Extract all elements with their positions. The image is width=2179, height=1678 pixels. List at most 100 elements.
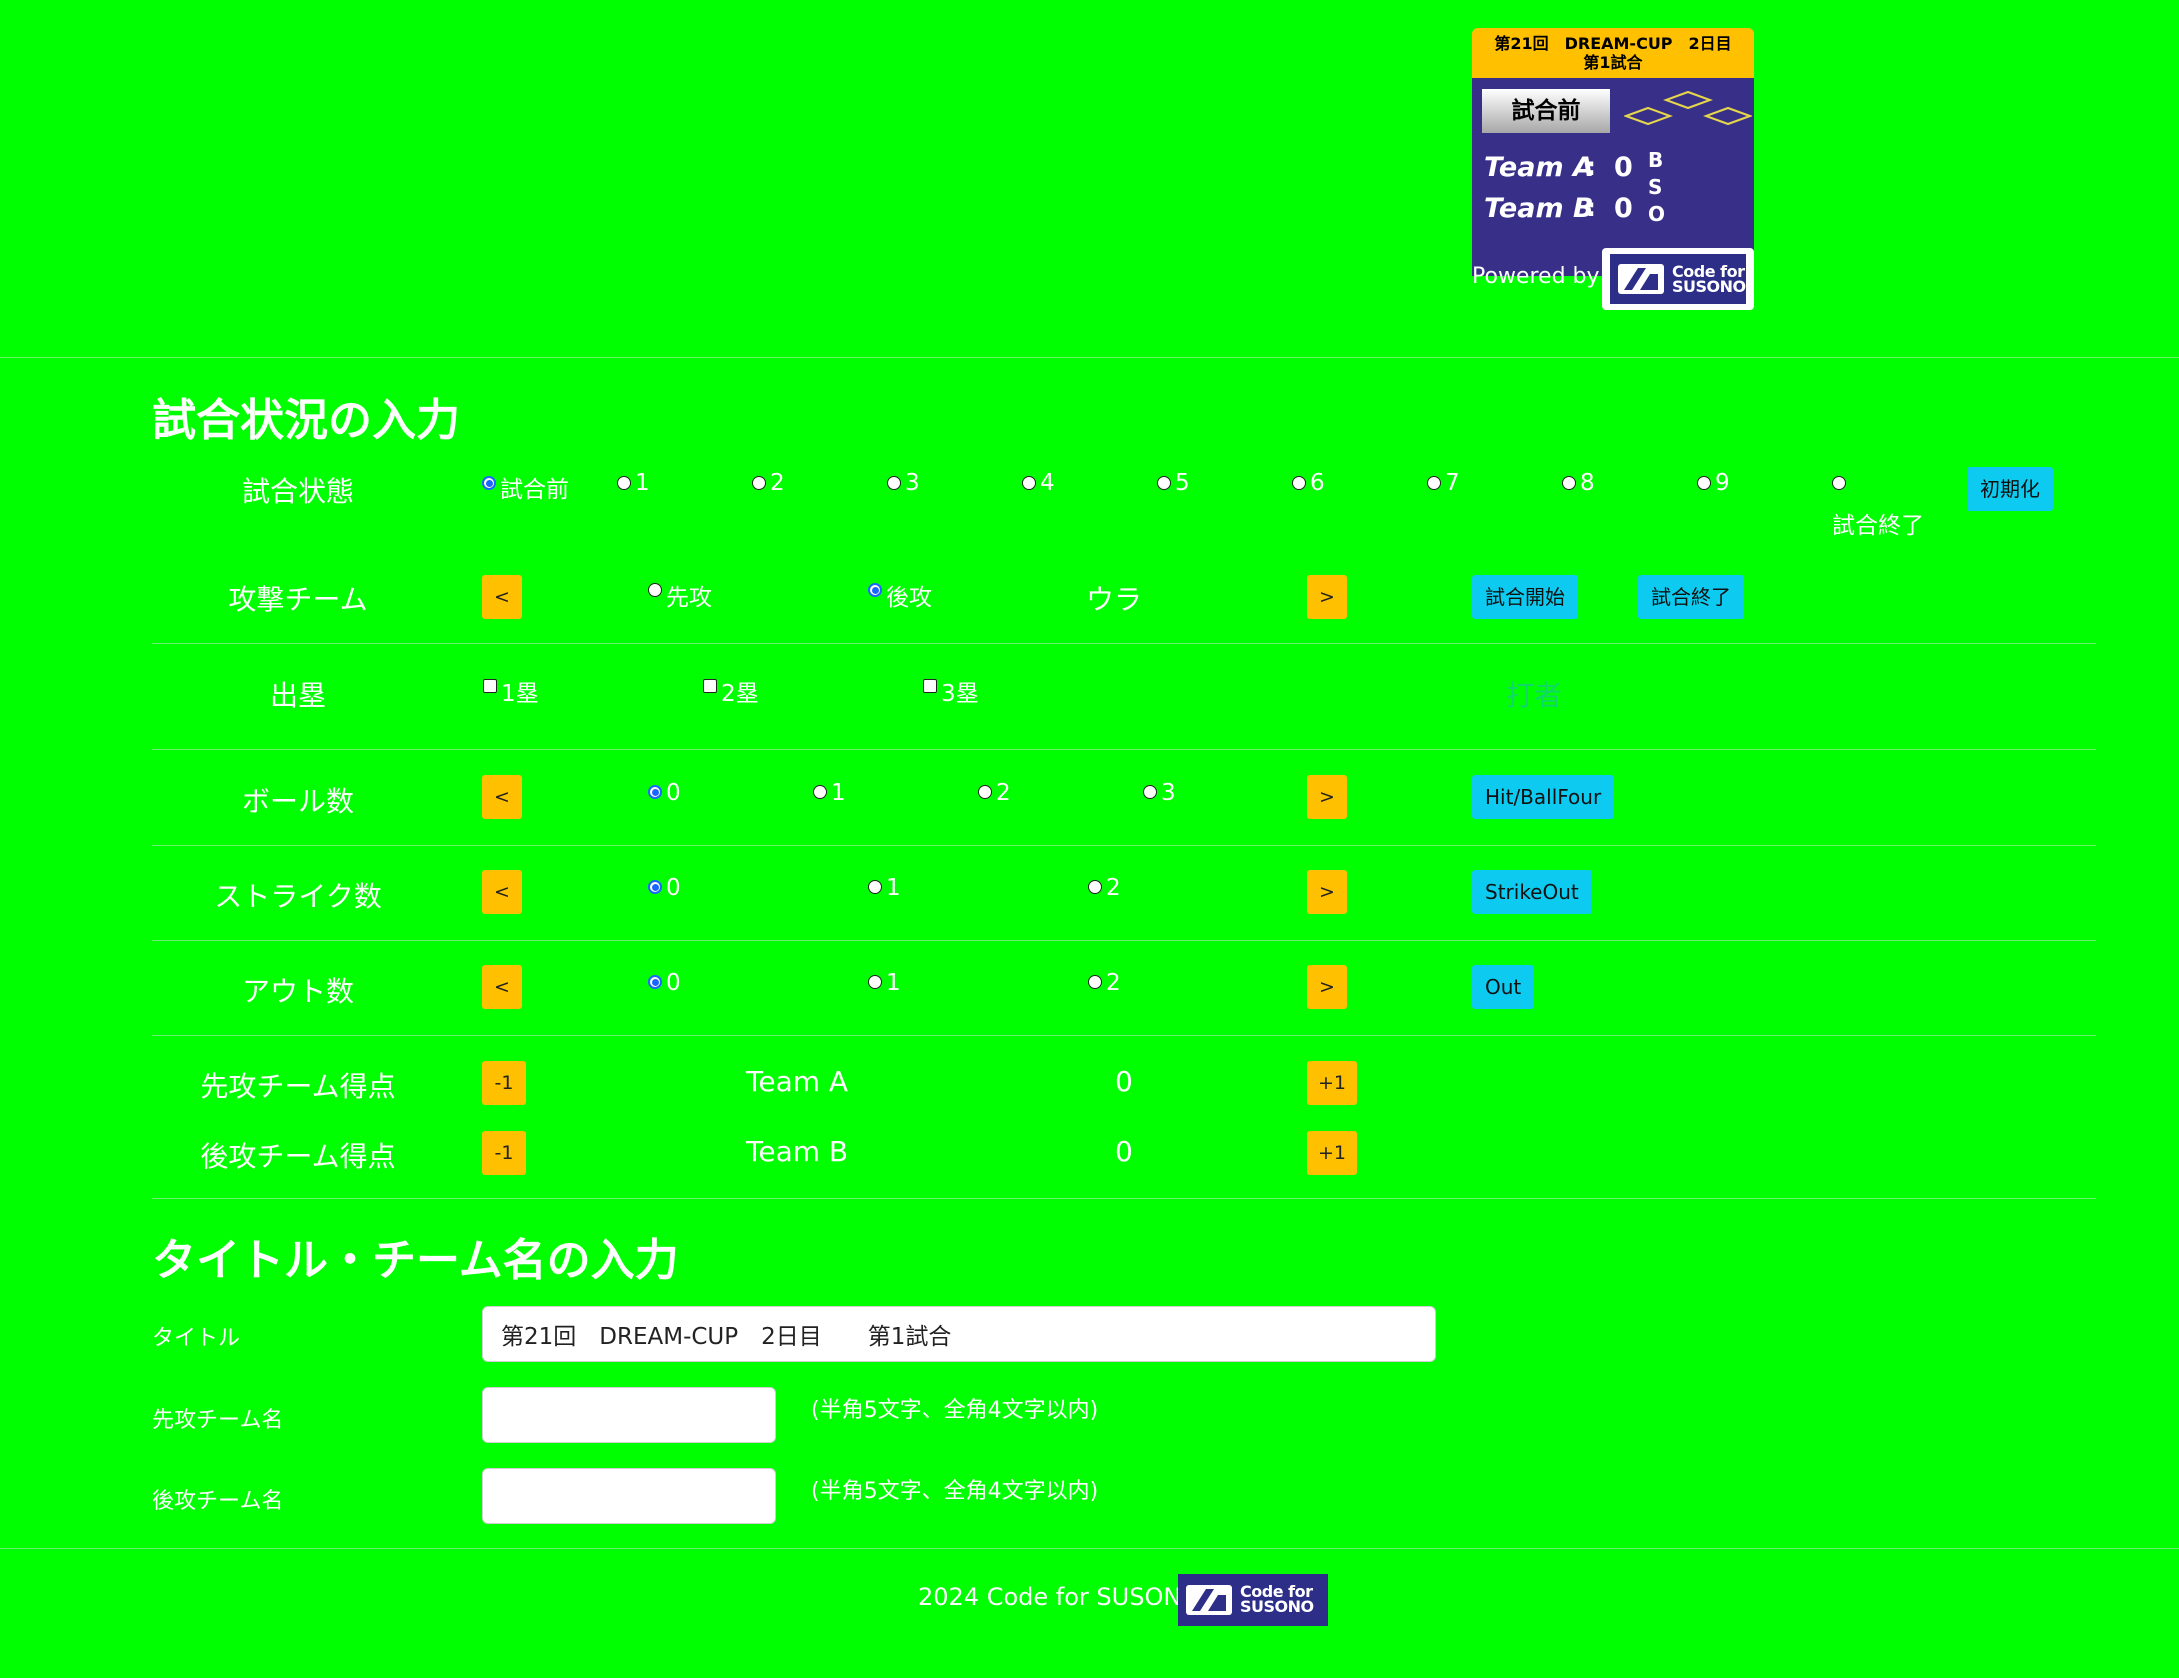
balls-label: ボール数	[241, 785, 354, 818]
game-state-radio-3[interactable]	[887, 476, 901, 490]
outs-radio-2[interactable]	[1088, 975, 1102, 989]
strikeout-button[interactable]: StrikeOut	[1472, 870, 1592, 914]
outs-next-button[interactable]: >	[1307, 965, 1347, 1009]
first-base-checkbox[interactable]	[483, 679, 497, 693]
strikes-prev-button[interactable]: <	[482, 870, 522, 914]
scoreboard-strike-label: S	[1648, 175, 1663, 199]
footer-logo-text: Code for SUSONO	[1240, 1584, 1314, 1616]
outs-option-1: 1	[886, 970, 901, 996]
scoreboard-team-a: Team A	[1484, 152, 1594, 183]
strikes-next-button[interactable]: >	[1307, 870, 1347, 914]
strikes-radio-2[interactable]	[1088, 880, 1102, 894]
strikes-radio-1[interactable]	[868, 880, 882, 894]
strikes-radio-0[interactable]	[648, 880, 662, 894]
outs-radio-1[interactable]	[868, 975, 882, 989]
scoreboard-colon-b: :	[1586, 193, 1596, 222]
balls-next-button[interactable]: >	[1307, 775, 1347, 819]
game-state-option-4: 4	[1040, 470, 1055, 496]
strikes-option-2: 2	[1106, 875, 1121, 901]
attack-next-button[interactable]: >	[1307, 575, 1347, 619]
first-base-label: 1塁	[501, 681, 539, 707]
game-state-label: 試合状態	[241, 475, 354, 508]
second-team-name-hint: (半角5文字、全角4文字以内)	[811, 1479, 1099, 1504]
outs-prev-button[interactable]: <	[482, 965, 522, 1009]
footer-logo-mark-icon	[1186, 1585, 1232, 1615]
top-score-plus-button[interactable]: +1	[1307, 1061, 1357, 1105]
game-state-option-5: 5	[1175, 470, 1190, 496]
outs-radio-0[interactable]	[648, 975, 662, 989]
footer-text: 2024 Code for SUSONO	[918, 1583, 1201, 1611]
out-button[interactable]: Out	[1472, 965, 1535, 1009]
attack-first-radio[interactable]	[648, 583, 662, 597]
first-team-name-input[interactable]	[482, 1387, 776, 1443]
first-team-name-hint: (半角5文字、全角4文字以内)	[811, 1398, 1099, 1423]
top-divider	[0, 357, 2179, 358]
bases-diamond-icon	[1624, 90, 1752, 126]
title-input[interactable]	[482, 1306, 1436, 1362]
game-state-option-10: 試合終了	[1832, 513, 1924, 539]
code-for-susono-logo: Code for SUSONO	[1602, 248, 1754, 310]
top-team-score: 0	[1115, 1065, 1133, 1098]
game-state-option-9: 9	[1715, 470, 1730, 496]
second-base-checkbox[interactable]	[703, 679, 717, 693]
half-inning-text: ウラ	[1086, 583, 1143, 616]
second-team-name-input[interactable]	[482, 1468, 776, 1524]
game-state-radio-7[interactable]	[1427, 476, 1441, 490]
footer-logo-text-line2: SUSONO	[1240, 1597, 1314, 1616]
balls-radio-3[interactable]	[1143, 785, 1157, 799]
game-state-radio-6[interactable]	[1292, 476, 1306, 490]
game-state-radio-8[interactable]	[1562, 476, 1576, 490]
game-state-option-2: 2	[770, 470, 785, 496]
row-divider	[152, 749, 2096, 750]
top-score-minus-button[interactable]: -1	[482, 1061, 526, 1105]
balls-prev-button[interactable]: <	[482, 775, 522, 819]
strikes-option-0: 0	[666, 875, 681, 901]
bottom-score-plus-button[interactable]: +1	[1307, 1131, 1357, 1175]
game-state-option-0: 試合前	[500, 477, 569, 503]
first-team-name-label: 先攻チーム名	[152, 1408, 284, 1433]
bottom-score-label: 後攻チーム得点	[200, 1140, 396, 1173]
scoreboard-score-a: 0	[1614, 152, 1633, 183]
section-heading-title-teams: タイトル・チーム名の入力	[152, 1235, 679, 1286]
first-base-icon	[1703, 106, 1752, 126]
balls-radio-0[interactable]	[648, 785, 662, 799]
footer-divider	[0, 1548, 2179, 1549]
scoreboard-title: 第21回 DREAM-CUP 2日目 第1試合	[1472, 28, 1754, 78]
scoreboard-status: 試合前	[1482, 89, 1610, 133]
hit-ballfour-button[interactable]: Hit/BallFour	[1472, 775, 1615, 819]
outs-option-0: 0	[666, 970, 681, 996]
batter-text: 打者	[1506, 679, 1563, 712]
logo-mark-icon	[1618, 264, 1664, 294]
start-game-button[interactable]: 試合開始	[1472, 575, 1578, 619]
game-state-radio-2[interactable]	[752, 476, 766, 490]
top-team-name: Team A	[746, 1065, 849, 1098]
game-state-radio-9[interactable]	[1697, 476, 1711, 490]
row-divider	[152, 845, 2096, 846]
title-label: タイトル	[152, 1326, 241, 1351]
runners-label: 出塁	[269, 679, 326, 712]
balls-radio-1[interactable]	[813, 785, 827, 799]
strikes-label: ストライク数	[214, 880, 382, 913]
game-state-radio-5[interactable]	[1157, 476, 1171, 490]
attack-second-radio[interactable]	[868, 583, 882, 597]
logo-text: Code for SUSONO	[1672, 264, 1746, 295]
game-state-radio-4[interactable]	[1022, 476, 1036, 490]
scoreboard-score-b: 0	[1614, 193, 1633, 224]
scoreboard-out-label: O	[1648, 202, 1666, 226]
section-divider	[152, 1198, 2096, 1199]
end-game-button[interactable]: 試合終了	[1638, 575, 1744, 619]
scoreboard-title-line1: 第21回 DREAM-CUP 2日目	[1494, 34, 1732, 53]
game-state-radio-0[interactable]	[482, 476, 496, 490]
bottom-score-minus-button[interactable]: -1	[482, 1131, 526, 1175]
strikes-option-1: 1	[886, 875, 901, 901]
game-state-radio-10[interactable]	[1832, 476, 1846, 490]
second-base-icon	[1663, 90, 1713, 110]
attack-prev-button[interactable]: <	[482, 575, 522, 619]
third-base-checkbox[interactable]	[923, 679, 937, 693]
reset-button[interactable]: 初期化	[1967, 467, 2053, 511]
balls-radio-2[interactable]	[978, 785, 992, 799]
third-base-icon	[1624, 106, 1673, 126]
bottom-team-name: Team B	[746, 1135, 849, 1168]
balls-option-2: 2	[996, 780, 1011, 806]
game-state-radio-1[interactable]	[617, 476, 631, 490]
